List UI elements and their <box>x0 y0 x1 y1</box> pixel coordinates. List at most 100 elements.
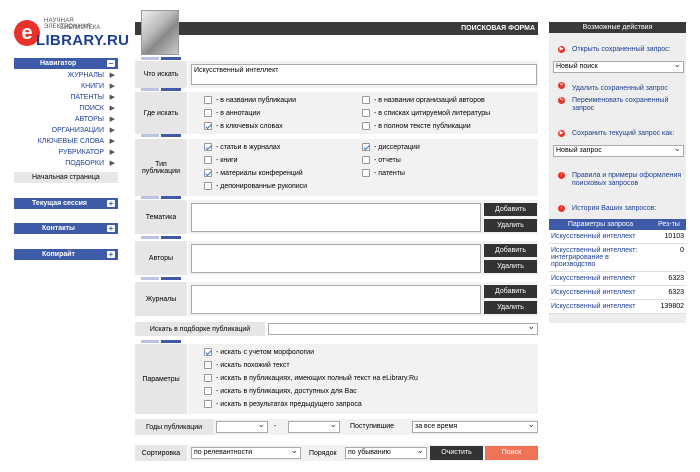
history-table: Параметры запроса Рез-ты Искусственный и… <box>549 219 686 314</box>
authors-remove-button[interactable]: Удалить <box>484 260 537 273</box>
nav-item-patents[interactable]: ПАТЕНТЫ ▶ <box>14 92 118 103</box>
journals-list[interactable] <box>191 285 481 314</box>
year-to-select[interactable] <box>288 419 340 433</box>
history-link[interactable]: История Ваших запросов: <box>572 205 656 213</box>
tab-marker <box>161 57 181 60</box>
checkbox-books[interactable] <box>204 156 212 164</box>
checkbox-fulltext-elibrary[interactable] <box>204 374 212 382</box>
collection-select[interactable] <box>268 321 538 335</box>
checkbox-references[interactable] <box>362 109 370 117</box>
received-select[interactable]: за все время <box>412 419 538 433</box>
checkbox-patents[interactable] <box>362 169 370 177</box>
form-title: ПОИСКОВАЯ ФОРМА <box>461 25 535 32</box>
table-row[interactable]: Искусственный интеллект: интегрирование … <box>549 244 686 272</box>
table-row[interactable]: Искусственный интеллект 6323 <box>549 272 686 286</box>
where-opt-keywords: - в ключевых словах <box>216 123 283 130</box>
theme-list[interactable] <box>191 203 481 232</box>
navigator-header[interactable]: Навигатор − <box>14 58 118 69</box>
panel-title: Контакты <box>42 225 76 232</box>
checkbox-similar[interactable] <box>204 361 212 369</box>
navigator-title: Навигатор <box>40 60 77 67</box>
save-query-select[interactable]: Новый запрос <box>553 143 684 157</box>
nav-item-authors[interactable]: АВТОРЫ ▶ <box>14 114 118 125</box>
clear-button[interactable]: Очистить <box>430 446 483 460</box>
history-query: Искусственный интеллект <box>551 233 636 240</box>
nav-item-search[interactable]: ПОИСК ▶ <box>14 103 118 114</box>
open-saved-query-link[interactable]: Открыть сохраненный запрос: <box>572 46 671 54</box>
nav-item-organizations[interactable]: ОРГАНИЗАЦИИ ▶ <box>14 125 118 136</box>
tab-marker <box>161 340 181 343</box>
nav-item-books[interactable]: КНИГИ ▶ <box>14 81 118 92</box>
panel-current-session[interactable]: Текущая сессия + <box>14 198 118 209</box>
checkbox-reports[interactable] <box>362 156 370 164</box>
save-current-query-link[interactable]: Сохранить текущий запрос как: <box>572 130 674 138</box>
elibrary-logo[interactable]: e НАУЧНАЯ ЭЛЕКТРОННАЯ БИБЛИОТЕКА LIBRARY… <box>14 14 129 49</box>
arrow-right-icon: ▶ <box>109 83 115 90</box>
nav-home-link[interactable]: Начальная страница <box>14 172 118 183</box>
authors-add-button[interactable]: Добавить <box>484 244 537 257</box>
expand-icon[interactable]: + <box>107 251 115 259</box>
nav-item-journals[interactable]: ЖУРНАЛЫ ▶ <box>14 70 118 81</box>
panel-copyright[interactable]: Копирайт + <box>14 249 118 260</box>
info-icon: i <box>558 205 565 212</box>
expand-icon[interactable]: + <box>107 200 115 208</box>
table-row[interactable]: Искусственный интеллект 6323 <box>549 286 686 300</box>
type-label: Тип публикации <box>135 139 187 196</box>
edit-icon: ✎ <box>558 97 565 104</box>
theme-remove-button[interactable]: Удалить <box>484 219 537 232</box>
arrow-right-icon: ▶ <box>109 105 115 112</box>
nav-item-rubricator[interactable]: РУБРИКАТОР ▶ <box>14 147 118 158</box>
checkbox-dissertations[interactable] <box>362 143 370 151</box>
journals-remove-button[interactable]: Удалить <box>484 301 537 314</box>
table-row[interactable]: Искусственный интеллект 10103 <box>549 230 686 244</box>
history-query: Искусственный интеллект: интегрирование … <box>551 247 638 268</box>
checkbox-manuscripts[interactable] <box>204 182 212 190</box>
journals-add-button[interactable]: Добавить <box>484 285 537 298</box>
checkbox-available[interactable] <box>204 387 212 395</box>
panel-contacts[interactable]: Контакты + <box>14 223 118 234</box>
checkbox-previous-results[interactable] <box>204 400 212 408</box>
rules-link[interactable]: Правила и примеры оформления поисковых з… <box>572 172 682 188</box>
where-label: Где искать <box>135 92 187 134</box>
collapse-icon[interactable]: − <box>107 60 115 68</box>
search-button[interactable]: Поиск <box>485 446 538 460</box>
authors-label: Авторы <box>135 241 187 275</box>
saved-query-select[interactable]: Новый поиск <box>553 59 684 73</box>
param-fulltext: - искать в публикациях, имеющих полный т… <box>216 375 418 382</box>
checkbox-abstract[interactable] <box>204 109 212 117</box>
nav-item-collections[interactable]: ПОДБОРКИ ▶ <box>14 158 118 169</box>
nav-item-keywords[interactable]: КЛЮЧЕВЫЕ СЛОВА ▶ <box>14 136 118 147</box>
param-available: - искать в публикациях, доступных для Ва… <box>216 388 357 395</box>
expand-icon[interactable]: + <box>107 225 115 233</box>
nav-label: ОРГАНИЗАЦИИ <box>51 127 104 134</box>
checkbox-title[interactable] <box>204 96 212 104</box>
arrow-right-icon: ▶ <box>558 46 565 53</box>
history-col-results: Рез-ты <box>658 221 680 228</box>
table-row[interactable]: Искусственный интеллект 139802 <box>549 300 686 314</box>
checkbox-morphology[interactable] <box>204 348 212 356</box>
authors-list[interactable] <box>191 244 481 273</box>
theme-add-button[interactable]: Добавить <box>484 203 537 216</box>
checkbox-keywords[interactable] <box>204 122 212 130</box>
what-input[interactable]: Искусственный интеллект <box>191 64 537 85</box>
type-opt-manuscripts: - депонированные рукописи <box>216 183 308 190</box>
checkbox-conference[interactable] <box>204 169 212 177</box>
where-opt-title: - в названии публикации <box>216 97 296 104</box>
checkbox-fulltext[interactable] <box>362 122 370 130</box>
collection-label: Искать в подборке публикаций <box>135 322 265 336</box>
order-select[interactable]: по убыванию <box>345 445 427 459</box>
delete-saved-query-link[interactable]: Удалить сохраненный запрос <box>572 85 668 93</box>
rename-saved-query-link[interactable]: Переименовать сохраненный запрос <box>572 97 682 113</box>
year-from-select[interactable] <box>216 419 268 433</box>
header-photo <box>141 10 179 55</box>
info-icon: i <box>558 172 565 179</box>
arrow-right-icon: ▶ <box>109 127 115 134</box>
nav-label: ПОИСК <box>79 105 104 112</box>
journals-label: Журналы <box>135 282 187 316</box>
params-label: Параметры <box>135 344 187 414</box>
sort-select[interactable]: по релевантности <box>191 445 301 459</box>
checkbox-org-names[interactable] <box>362 96 370 104</box>
arrow-right-icon: ▶ <box>109 72 115 79</box>
checkbox-journal-articles[interactable] <box>204 143 212 151</box>
where-opt-references: - в списках цитируемой литературы <box>374 110 491 117</box>
